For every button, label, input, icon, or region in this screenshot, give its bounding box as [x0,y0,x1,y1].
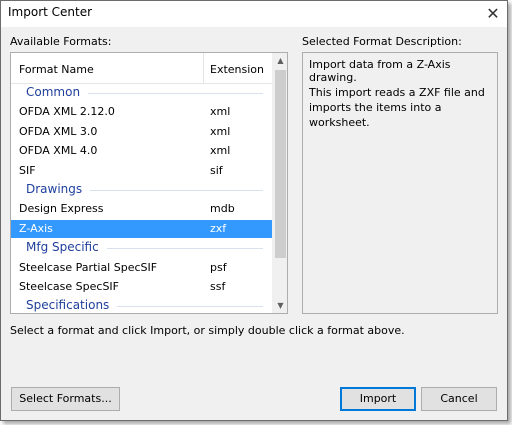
format-extension: sif [210,163,223,177]
format-name: OFDA XML 4.0 [19,144,98,158]
group-divider [117,306,263,308]
available-formats-label: Available Formats: [10,35,112,48]
list-item[interactable]: SIF sif [11,162,273,180]
select-formats-button[interactable]: Select Formats... [11,387,120,411]
group-label: Mfg Specific [26,240,99,255]
import-button[interactable]: Import [340,387,416,411]
list-item[interactable]: Steelcase SpecSIF ssf [11,278,273,296]
vertical-scrollbar[interactable]: ▲ ▼ [272,53,287,313]
format-extension: xml [210,105,231,119]
description-line-1: Import data from a Z-Axis drawing. [309,58,451,84]
group-divider [88,93,263,94]
format-extension: zxf [210,221,227,235]
column-divider[interactable] [203,53,204,83]
list-item[interactable]: OFDA XML 3.0 xml [11,123,273,141]
list-item[interactable]: Z-Axis zxf [11,219,273,238]
list-item[interactable]: Design Express mdb [11,200,273,218]
list-item[interactable]: OFDA XML 2.12.0 xml [11,103,273,121]
scroll-down-icon[interactable]: ▼ [273,298,287,313]
format-extension: mdb [210,202,235,216]
group-divider [90,190,263,191]
format-name: OFDA XML 3.0 [19,124,98,138]
format-name: Steelcase SpecSIF [19,280,120,293]
group-label: Specifications [26,298,110,313]
list-group-header: Specifications [11,297,273,313]
selected-description-label: Selected Format Description: [302,35,462,48]
list-item[interactable]: Steelcase Partial SpecSIF psf [11,259,273,277]
format-name: Z-Axis [19,221,53,235]
format-name: Steelcase Partial SpecSIF [19,260,158,274]
column-header-format-name[interactable]: Format Name [19,63,94,76]
close-icon[interactable]: ✕ [483,4,503,24]
format-name: Design Express [19,202,104,216]
format-extension: psf [210,260,227,274]
title-bar: Import Center ✕ [1,1,507,27]
group-label: Common [26,85,81,99]
group-label: Drawings [26,182,83,196]
format-extension: ssf [210,280,226,293]
format-name: SIF [19,163,36,177]
window-title: Import Center [8,5,93,19]
formats-list[interactable]: Format Name Extension Common OFDA XML 2.1… [10,52,288,314]
scroll-thumb[interactable] [275,70,286,258]
description-box: Import data from a Z-Axis drawing. This … [302,52,498,314]
column-header-extension[interactable]: Extension [210,63,264,76]
format-extension: xml [210,124,231,138]
format-name: OFDA XML 2.12.0 [19,105,115,119]
list-group-header: Drawings [11,181,273,199]
format-extension: xml [210,144,231,158]
scroll-up-icon[interactable]: ▲ [273,53,287,68]
list-item[interactable]: OFDA XML 4.0 xml [11,142,273,160]
button-panel: Select Formats... Import Cancel [1,342,507,420]
import-center-dialog: Import Center ✕ Available Formats: Forma… [0,0,508,421]
list-group-header: Common [11,84,273,102]
description-line-2: This import reads a ZXF file and imports… [309,86,485,129]
cancel-button[interactable]: Cancel [421,387,497,411]
list-group-header: Mfg Specific [11,239,273,257]
group-divider [107,248,263,250]
instruction-text: Select a format and click Import, or sim… [10,324,405,337]
list-header: Format Name Extension [11,53,273,84]
